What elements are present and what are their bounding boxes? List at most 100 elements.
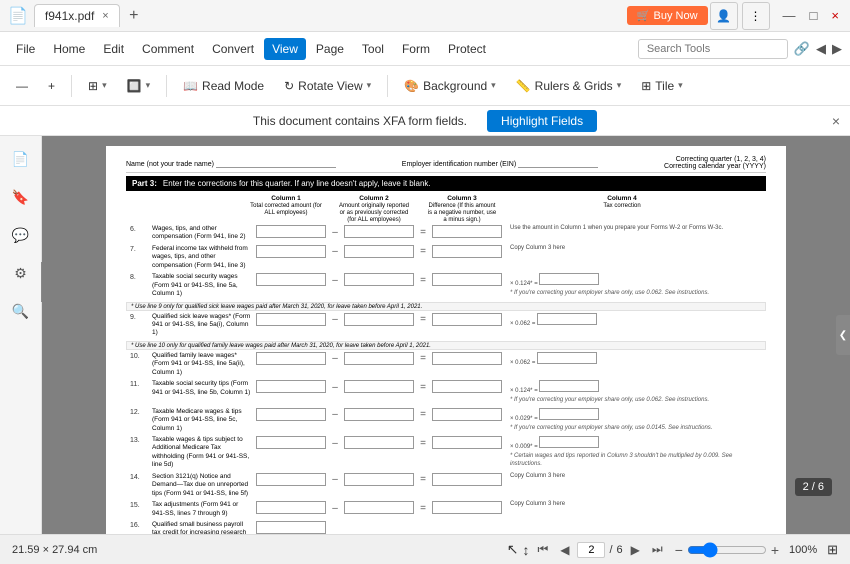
- row-description: Federal income tax withheld from wages, …: [152, 245, 252, 270]
- col1-input[interactable]: [256, 313, 326, 326]
- col3-input[interactable]: [432, 313, 502, 326]
- fit-page-icon[interactable]: ⊞: [827, 542, 838, 558]
- highlight-fields-button[interactable]: Highlight Fields: [487, 110, 597, 132]
- prev-page-button[interactable]: ◀: [556, 541, 573, 559]
- col4-input[interactable]: [539, 380, 599, 392]
- col1-input[interactable]: [256, 501, 326, 514]
- col2-input[interactable]: [344, 225, 414, 238]
- close-tab-button[interactable]: ×: [102, 10, 108, 22]
- col2-input[interactable]: [344, 501, 414, 514]
- name-label: Name (not your trade name): [126, 156, 336, 170]
- col3-input[interactable]: [432, 408, 502, 421]
- table-row: 14. Section 3121(q) Notice and Demand—Ta…: [126, 473, 766, 498]
- col1-input[interactable]: [256, 352, 326, 365]
- col4-input[interactable]: [537, 352, 597, 364]
- background-button[interactable]: 🎨 Background ▾: [396, 75, 504, 97]
- row-number: 15.: [130, 501, 148, 509]
- sidebar-layers-icon[interactable]: ⚙: [6, 258, 36, 288]
- ein-input[interactable]: [518, 156, 598, 168]
- col1-input[interactable]: [256, 473, 326, 486]
- menu-item-file[interactable]: File: [8, 38, 43, 60]
- col2-input[interactable]: [344, 273, 414, 286]
- col2-input[interactable]: [344, 408, 414, 421]
- zoom-out-button[interactable]: —: [8, 75, 36, 97]
- minimize-button[interactable]: —: [780, 8, 799, 23]
- menu-item-form[interactable]: Form: [394, 38, 438, 60]
- menu-item-page[interactable]: Page: [308, 38, 352, 60]
- col3-input[interactable]: [432, 352, 502, 365]
- col4-input[interactable]: [539, 436, 599, 448]
- read-mode-button[interactable]: 📖 Read Mode: [175, 75, 272, 97]
- col1-input[interactable]: [256, 273, 326, 286]
- col3-input[interactable]: [432, 273, 502, 286]
- right-panel-expand-arrow[interactable]: ❮: [836, 315, 850, 355]
- col1-input[interactable]: [256, 521, 326, 534]
- notification-close-button[interactable]: ×: [832, 113, 840, 129]
- buy-now-button[interactable]: 🛒 Buy Now: [627, 6, 708, 25]
- sidebar-comments-icon[interactable]: 💬: [6, 220, 36, 250]
- col2-input[interactable]: [344, 313, 414, 326]
- next-page-button[interactable]: ▶: [627, 541, 644, 559]
- col3-input[interactable]: [432, 380, 502, 393]
- col3-input[interactable]: [432, 473, 502, 486]
- new-tab-button[interactable]: +: [122, 4, 146, 28]
- name-input[interactable]: [216, 156, 336, 168]
- select-tool-icon[interactable]: ↕: [522, 542, 529, 558]
- external-link-icon[interactable]: 🔗: [794, 41, 810, 57]
- menu-item-view[interactable]: View: [264, 38, 306, 60]
- col3-input[interactable]: [432, 501, 502, 514]
- tile-button[interactable]: ⊞ Tile ▾: [633, 75, 690, 97]
- menu-item-convert[interactable]: Convert: [204, 38, 262, 60]
- zoom-in-status-button[interactable]: +: [771, 542, 779, 558]
- col2-input[interactable]: [344, 245, 414, 258]
- col3-input[interactable]: [432, 225, 502, 238]
- col1-input[interactable]: [256, 380, 326, 393]
- col1-input[interactable]: [256, 225, 326, 238]
- col1-input[interactable]: [256, 436, 326, 449]
- zoom-slider[interactable]: [687, 542, 767, 558]
- account-icon[interactable]: 👤: [710, 2, 738, 30]
- col2-input[interactable]: [344, 436, 414, 449]
- separator-2: [166, 75, 167, 97]
- col2-input[interactable]: [344, 473, 414, 486]
- close-window-button[interactable]: ×: [828, 8, 842, 23]
- zoom-in-button[interactable]: +: [40, 75, 63, 97]
- menu-item-protect[interactable]: Protect: [440, 38, 494, 60]
- menu-item-edit[interactable]: Edit: [95, 38, 132, 60]
- col4-input[interactable]: [539, 408, 599, 420]
- chevron-icon-4: ▾: [491, 80, 496, 91]
- last-page-button[interactable]: ⏭: [648, 540, 667, 559]
- first-page-button[interactable]: ⏮: [533, 540, 552, 559]
- rotate-view-button[interactable]: ↻ Rotate View ▾: [276, 75, 379, 97]
- rulers-grids-button[interactable]: 📏 Rulers & Grids ▾: [508, 75, 630, 97]
- col2-input[interactable]: [344, 352, 414, 365]
- back-icon[interactable]: ◀: [816, 41, 826, 57]
- search-tools-input[interactable]: [638, 39, 788, 59]
- col1-input[interactable]: [256, 408, 326, 421]
- menu-item-comment[interactable]: Comment: [134, 38, 202, 60]
- title-bar: 📄 f941x.pdf × + 🛒 Buy Now 👤 ⋮ — □ ×: [0, 0, 850, 32]
- col4-input[interactable]: [539, 273, 599, 285]
- maximize-button[interactable]: □: [807, 8, 821, 23]
- sidebar-bookmarks-icon[interactable]: 🔖: [6, 182, 36, 212]
- menu-item-tool[interactable]: Tool: [354, 38, 392, 60]
- sidebar-search-icon[interactable]: 🔍: [6, 296, 36, 326]
- col3-input[interactable]: [432, 436, 502, 449]
- sidebar-thumbnails-icon[interactable]: 📄: [6, 144, 36, 174]
- more-options-icon[interactable]: ⋮: [742, 2, 770, 30]
- col4-input[interactable]: [537, 313, 597, 325]
- tab-label: f941x.pdf: [45, 9, 94, 23]
- correction-note: Copy Column 3 here: [506, 245, 762, 253]
- select-button[interactable]: 🔲 ▾: [119, 75, 158, 97]
- page-number-input[interactable]: [577, 542, 605, 558]
- col3-input[interactable]: [432, 245, 502, 258]
- col2-input[interactable]: [344, 380, 414, 393]
- forward-icon[interactable]: ▶: [832, 41, 842, 57]
- col1-input[interactable]: [256, 245, 326, 258]
- document-tab[interactable]: f941x.pdf ×: [34, 4, 120, 27]
- row-description: Qualified small business payroll tax cre…: [152, 521, 252, 534]
- view-options-button[interactable]: ⊞ ▾: [80, 75, 115, 97]
- menu-item-home[interactable]: Home: [45, 38, 93, 60]
- zoom-out-status-button[interactable]: −: [675, 542, 683, 558]
- cursor-tool-icon[interactable]: ↖: [507, 541, 519, 558]
